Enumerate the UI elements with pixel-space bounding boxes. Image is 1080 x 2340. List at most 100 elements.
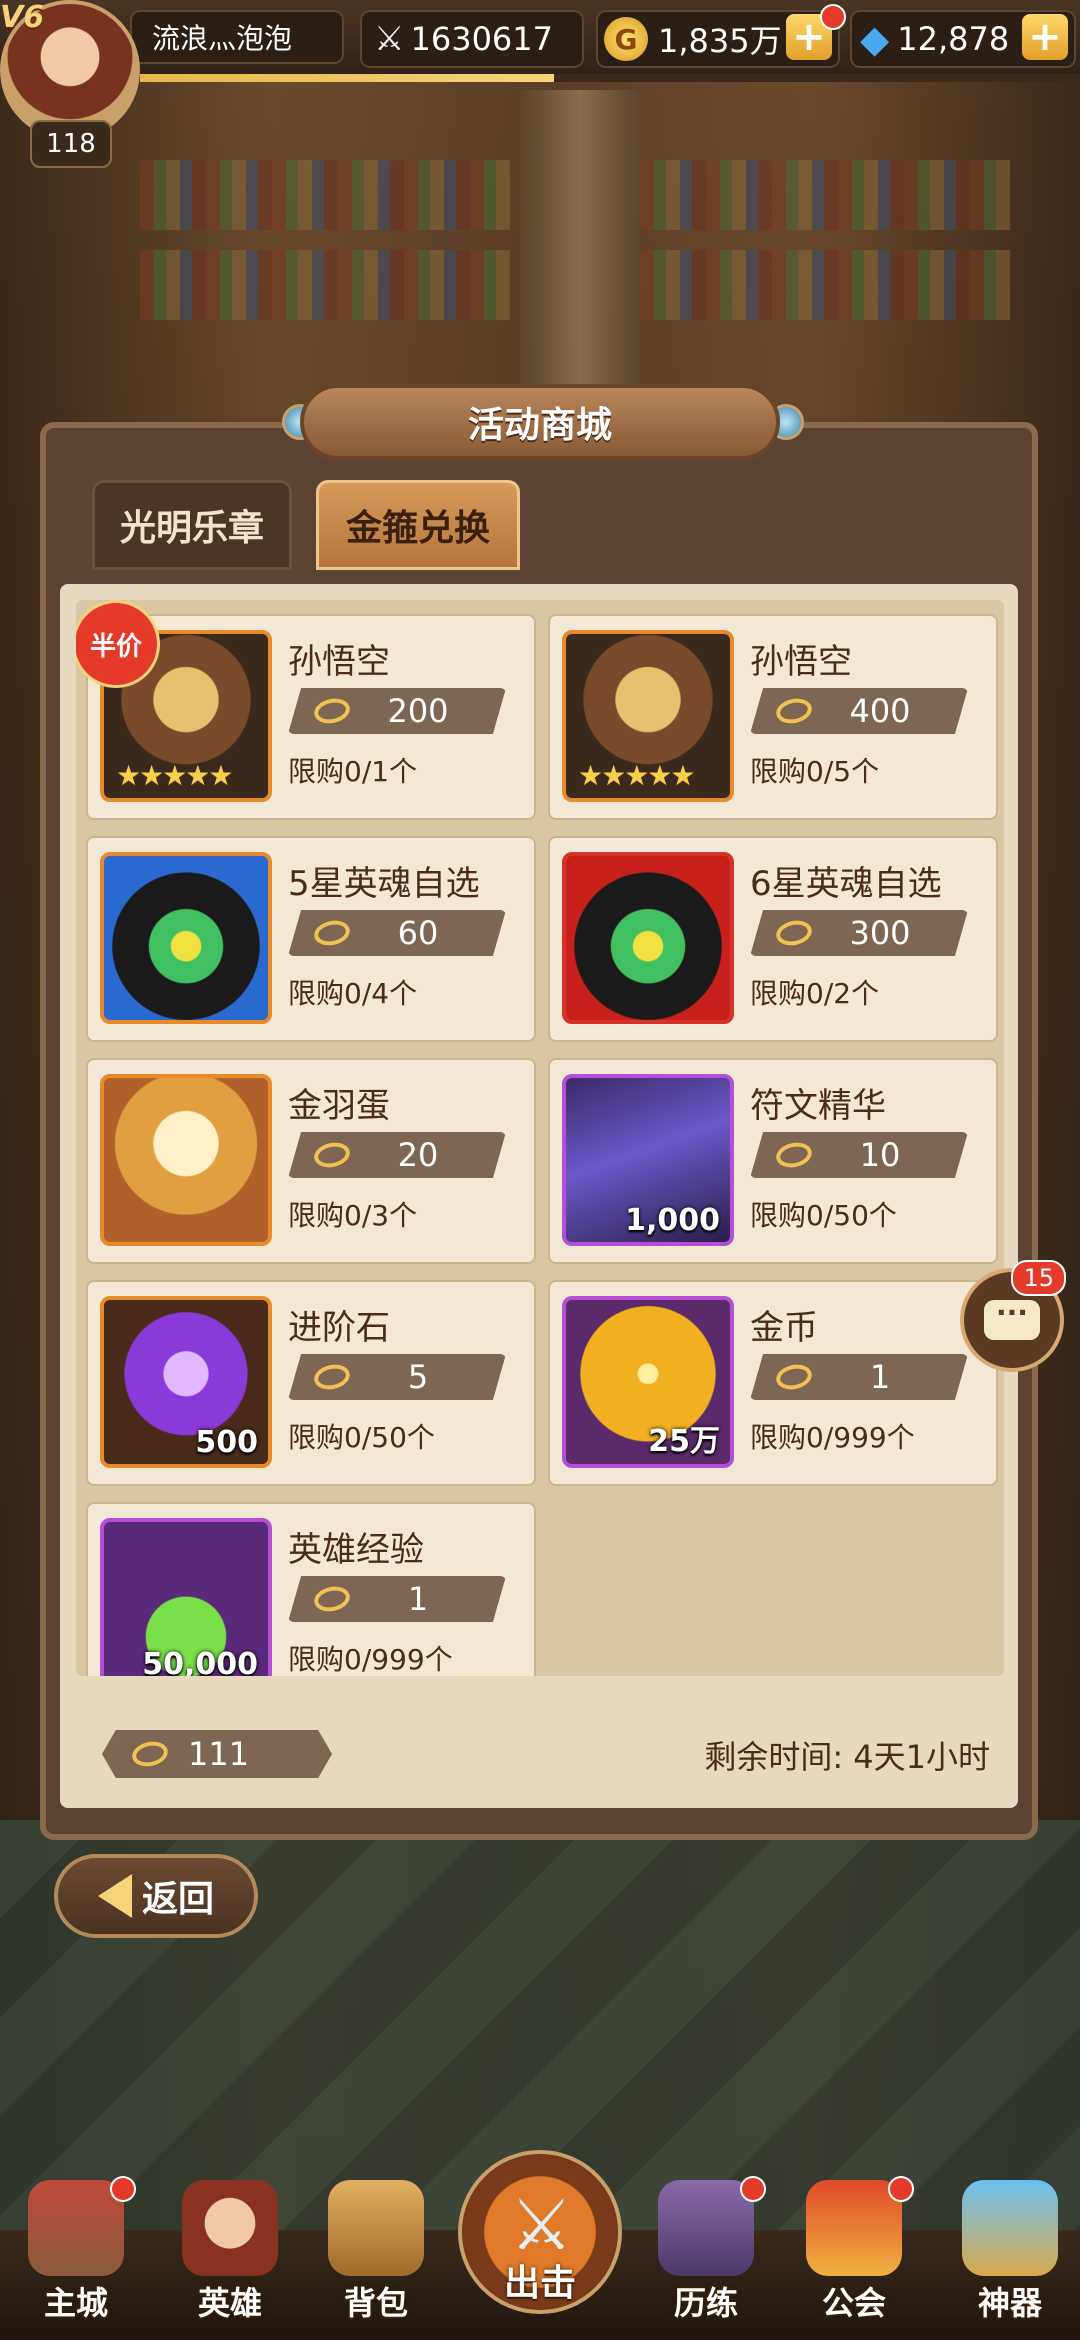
- xp-bar-fill: [140, 74, 554, 82]
- item-quantity: 50,000: [142, 1647, 258, 1676]
- gold-notification-dot: [820, 4, 846, 30]
- item-price: 60: [288, 910, 506, 956]
- shop-item-card[interactable]: 1,000 符文精华 10 限购0/50个: [548, 1058, 998, 1264]
- purchase-limit: 限购0/50个: [288, 1421, 435, 1454]
- bookshelf-decoration: [140, 250, 510, 320]
- shop-item-card[interactable]: 金羽蛋 20 限购0/3个: [86, 1058, 536, 1264]
- nav-item[interactable]: 英雄: [160, 2180, 300, 2340]
- artifact-crystal-icon: [962, 2180, 1058, 2276]
- item-price-value: 60: [397, 914, 439, 952]
- item-name: 金羽蛋: [288, 1086, 390, 1126]
- item-price: 5: [288, 1354, 506, 1400]
- tab-golden-hoop-exchange[interactable]: 金箍兑换: [316, 480, 520, 570]
- nav-item[interactable]: 主城: [6, 2176, 146, 2340]
- player-level: 118: [30, 120, 112, 168]
- item-price-value: 300: [849, 914, 911, 952]
- gold-value: 1,835万: [658, 22, 782, 60]
- owned-golden-hoop-count: 111: [188, 1735, 250, 1773]
- shop-item-card[interactable]: 6星英魂自选 300 限购0/2个: [548, 836, 998, 1042]
- chat-unread-count: 15: [1011, 1260, 1066, 1296]
- shop-item-card[interactable]: ★★★★★ 半价 孙悟空 200 限购0/1个: [76, 600, 536, 820]
- castle-icon: [28, 2180, 124, 2276]
- item-price: 20: [288, 1132, 506, 1178]
- bookshelf-decoration: [140, 160, 510, 230]
- shop-item-card[interactable]: 25万 金币 1 限购0/999个: [548, 1280, 998, 1486]
- back-button[interactable]: 返回: [54, 1854, 258, 1938]
- golden-hoop-icon: [311, 917, 353, 949]
- player-name-plate[interactable]: 流浪灬泡泡: [130, 10, 344, 64]
- golden-hoop-icon: [773, 1139, 815, 1171]
- shop-item-card[interactable]: 5星英魂自选 60 限购0/4个: [86, 836, 536, 1042]
- item-price-value: 5: [407, 1358, 429, 1396]
- nav-notification-dot: [110, 2176, 136, 2202]
- item-price: 10: [750, 1132, 968, 1178]
- item-name: 孙悟空: [288, 642, 390, 682]
- item-price-value: 1: [407, 1580, 429, 1618]
- item-name: 进阶石: [288, 1308, 390, 1348]
- shop-item-card[interactable]: 500 进阶石 5 限购0/50个: [86, 1280, 536, 1486]
- hero-soul-helmet-red-icon: [562, 852, 734, 1024]
- owned-golden-hoop: 111: [102, 1730, 332, 1778]
- item-price: 1: [750, 1354, 968, 1400]
- golden-hoop-icon: [311, 1361, 353, 1393]
- item-name: 6星英魂自选: [750, 864, 942, 904]
- nav-label: 主城: [43, 2284, 108, 2322]
- golden-hoop-icon: [311, 1583, 353, 1615]
- remaining-time: 剩余时间: 4天1小时: [704, 1738, 990, 1776]
- purchase-limit: 限购0/3个: [288, 1199, 418, 1232]
- golden-feather-egg-icon: [100, 1074, 272, 1246]
- hero-face-icon: [182, 2180, 278, 2276]
- nav-item[interactable]: 神器: [940, 2180, 1080, 2340]
- sun-wukong-portrait-icon: ★★★★★: [562, 630, 734, 802]
- purchase-limit: 限购0/1个: [288, 755, 418, 788]
- shop-item-grid[interactable]: ★★★★★ 半价 孙悟空 200 限购0/1个 ★★★★★ 孙悟空 400 限购0/5个 5星英魂…: [76, 600, 1004, 1676]
- hero-soul-helmet-icon: [100, 852, 272, 1024]
- nav-attack[interactable]: ⚔ 出击: [458, 2150, 622, 2314]
- item-quantity: 1,000: [625, 1203, 720, 1238]
- nav-notification-dot: [740, 2176, 766, 2202]
- item-price: 300: [750, 910, 968, 956]
- nav-label: 出击: [503, 2263, 576, 2304]
- diamond-icon: ◆: [860, 17, 890, 61]
- shop-item-card[interactable]: ★★★★★ 孙悟空 400 限购0/5个: [548, 614, 998, 820]
- item-name: 5星英魂自选: [288, 864, 480, 904]
- backpack-icon: [328, 2180, 424, 2276]
- pillar-decoration: [520, 90, 640, 420]
- purchase-limit: 限购0/4个: [288, 977, 418, 1010]
- xp-bar: [140, 74, 1080, 82]
- item-name: 符文精华: [750, 1086, 886, 1126]
- item-quantity: 25万: [648, 1424, 720, 1459]
- purchase-limit: 限购0/5个: [750, 755, 880, 788]
- item-quantity: 500: [195, 1425, 258, 1460]
- half-price-badge: 半价: [76, 600, 160, 688]
- nav-label: 背包: [343, 2284, 408, 2322]
- item-price: 400: [750, 688, 968, 734]
- purchase-limit: 限购0/2个: [750, 977, 880, 1010]
- item-name: 金币: [750, 1308, 818, 1348]
- golden-hoop-icon: [773, 1361, 815, 1393]
- nav-label: 神器: [977, 2284, 1042, 2322]
- treasure-chest-icon: [658, 2180, 754, 2276]
- power-display: ⚔ 1630617: [360, 10, 584, 68]
- item-name: 孙悟空: [750, 642, 852, 682]
- item-price-value: 20: [397, 1136, 439, 1174]
- add-diamonds-button[interactable]: +: [1022, 14, 1068, 60]
- golden-hoop-icon: [311, 695, 353, 727]
- item-price-value: 10: [859, 1136, 901, 1174]
- vip-level: V6: [0, 0, 45, 35]
- nav-item[interactable]: 背包: [306, 2180, 446, 2340]
- shop-item-card[interactable]: 50,000 英雄经验 1 限购0/999个: [86, 1502, 536, 1676]
- purchase-limit: 限购0/50个: [750, 1199, 897, 1232]
- back-arrow-icon: [97, 1874, 132, 1918]
- item-price-value: 200: [387, 692, 449, 730]
- star-rating: ★★★★★: [578, 759, 696, 792]
- nav-item[interactable]: 历练: [636, 2176, 776, 2340]
- chat-button[interactable]: ··· 15: [960, 1260, 1066, 1372]
- tab-light-movement[interactable]: 光明乐章: [92, 480, 292, 570]
- item-name: 英雄经验: [288, 1530, 424, 1570]
- nav-item[interactable]: 公会: [784, 2176, 924, 2340]
- back-button-label: 返回: [141, 1879, 214, 1920]
- purchase-limit: 限购0/999个: [750, 1421, 915, 1454]
- diamond-value: 12,878: [897, 20, 1010, 58]
- rune-crystal-icon: 1,000: [562, 1074, 734, 1246]
